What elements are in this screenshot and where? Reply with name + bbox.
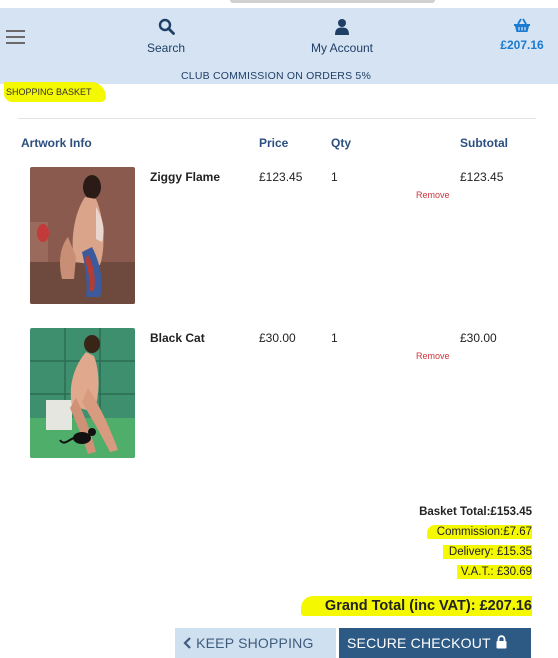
menu-icon[interactable] — [6, 30, 25, 45]
subtotal: £123.45 — [460, 170, 504, 184]
search-label: Search — [146, 41, 186, 55]
vat-line: V.A.T.: £30.69 — [456, 565, 532, 579]
remove-link[interactable]: Remove — [416, 190, 450, 200]
basket-total-line: Basket Total:£153.45 — [419, 506, 532, 518]
commission-banner: CLUB COMMISSION ON ORDERS 5% — [181, 70, 371, 82]
commission-line: Commission:£7.67 — [426, 525, 532, 539]
keep-shopping-label: KEEP SHOPPING — [196, 635, 314, 651]
artwork-name[interactable]: Black Cat — [150, 331, 205, 345]
subtotal: £30.00 — [460, 331, 497, 345]
basket-total: £207.16 — [500, 38, 544, 52]
basket-button[interactable]: £207.16 — [494, 18, 550, 52]
column-header-qty: Qty — [331, 136, 352, 150]
lock-icon — [496, 635, 507, 649]
column-header-artwork: Artwork Info — [21, 136, 92, 150]
browser-top-strip — [0, 0, 558, 8]
column-header-subtotal: Subtotal — [460, 136, 508, 150]
page-title: SHOPPING BASKET — [4, 82, 106, 102]
site-header: Search My Account £207.16 CLUB COMMISSIO… — [0, 8, 558, 84]
search-icon — [158, 18, 175, 35]
price: £123.45 — [259, 170, 303, 184]
delivery-line: Delivery: £15.35 — [442, 545, 532, 559]
artwork-thumbnail[interactable] — [30, 167, 135, 304]
quantity[interactable]: 1 — [331, 331, 338, 345]
search-button[interactable]: Search — [140, 18, 192, 55]
artwork-thumbnail[interactable] — [30, 328, 135, 458]
user-icon — [335, 19, 349, 35]
keep-shopping-button[interactable]: KEEP SHOPPING — [175, 628, 336, 658]
my-account-button[interactable]: My Account — [300, 18, 384, 55]
basket-icon — [514, 18, 530, 32]
column-header-price: Price — [259, 136, 289, 150]
chevron-left-icon — [183, 637, 191, 649]
artwork-name[interactable]: Ziggy Flame — [150, 170, 220, 184]
secure-checkout-label: SECURE CHECKOUT — [347, 635, 491, 651]
quantity[interactable]: 1 — [331, 170, 338, 184]
grand-total: Grand Total (inc VAT): £207.16 — [300, 596, 532, 616]
secure-checkout-button[interactable]: SECURE CHECKOUT — [339, 628, 531, 658]
divider — [18, 118, 536, 119]
scrollbar-thumb[interactable] — [230, 0, 435, 3]
price: £30.00 — [259, 331, 296, 345]
my-account-label: My Account — [310, 41, 374, 55]
remove-link[interactable]: Remove — [416, 351, 450, 361]
